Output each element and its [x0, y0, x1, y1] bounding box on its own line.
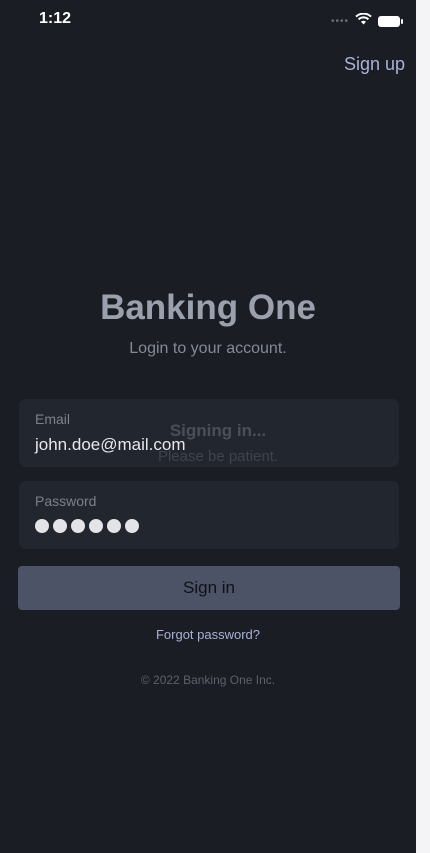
password-label: Password — [35, 493, 97, 509]
loading-subtitle: Please be patient. — [157, 448, 279, 465]
forgot-password-link[interactable]: Forgot password? — [0, 627, 416, 642]
copyright-text: © 2022 Banking One Inc. — [140, 673, 276, 687]
password-dot — [107, 519, 121, 533]
signal-icon: •••• — [330, 15, 349, 27]
wifi-icon — [355, 12, 372, 30]
password-field[interactable]: Password — [19, 481, 399, 549]
password-dot — [125, 519, 139, 533]
loading-title: Signing in... — [169, 421, 267, 440]
login-screen: 1:12 •••• Sign up Banking One Login to y… — [0, 0, 416, 853]
password-dot — [35, 519, 49, 533]
signup-link[interactable]: Sign up — [344, 54, 405, 75]
status-bar: 1:12 •••• — [0, 0, 416, 40]
app-title: Banking One — [100, 288, 316, 327]
status-time: 1:12 — [39, 10, 72, 27]
battery-icon — [378, 15, 403, 27]
password-masked-value — [35, 519, 139, 533]
screen-edge — [416, 0, 430, 853]
signin-button[interactable]: Sign in — [18, 566, 400, 610]
status-icons: •••• — [330, 12, 403, 30]
password-dot — [89, 519, 103, 533]
app-subtitle: Login to your account. — [129, 340, 287, 357]
password-dot — [53, 519, 67, 533]
password-dot — [71, 519, 85, 533]
